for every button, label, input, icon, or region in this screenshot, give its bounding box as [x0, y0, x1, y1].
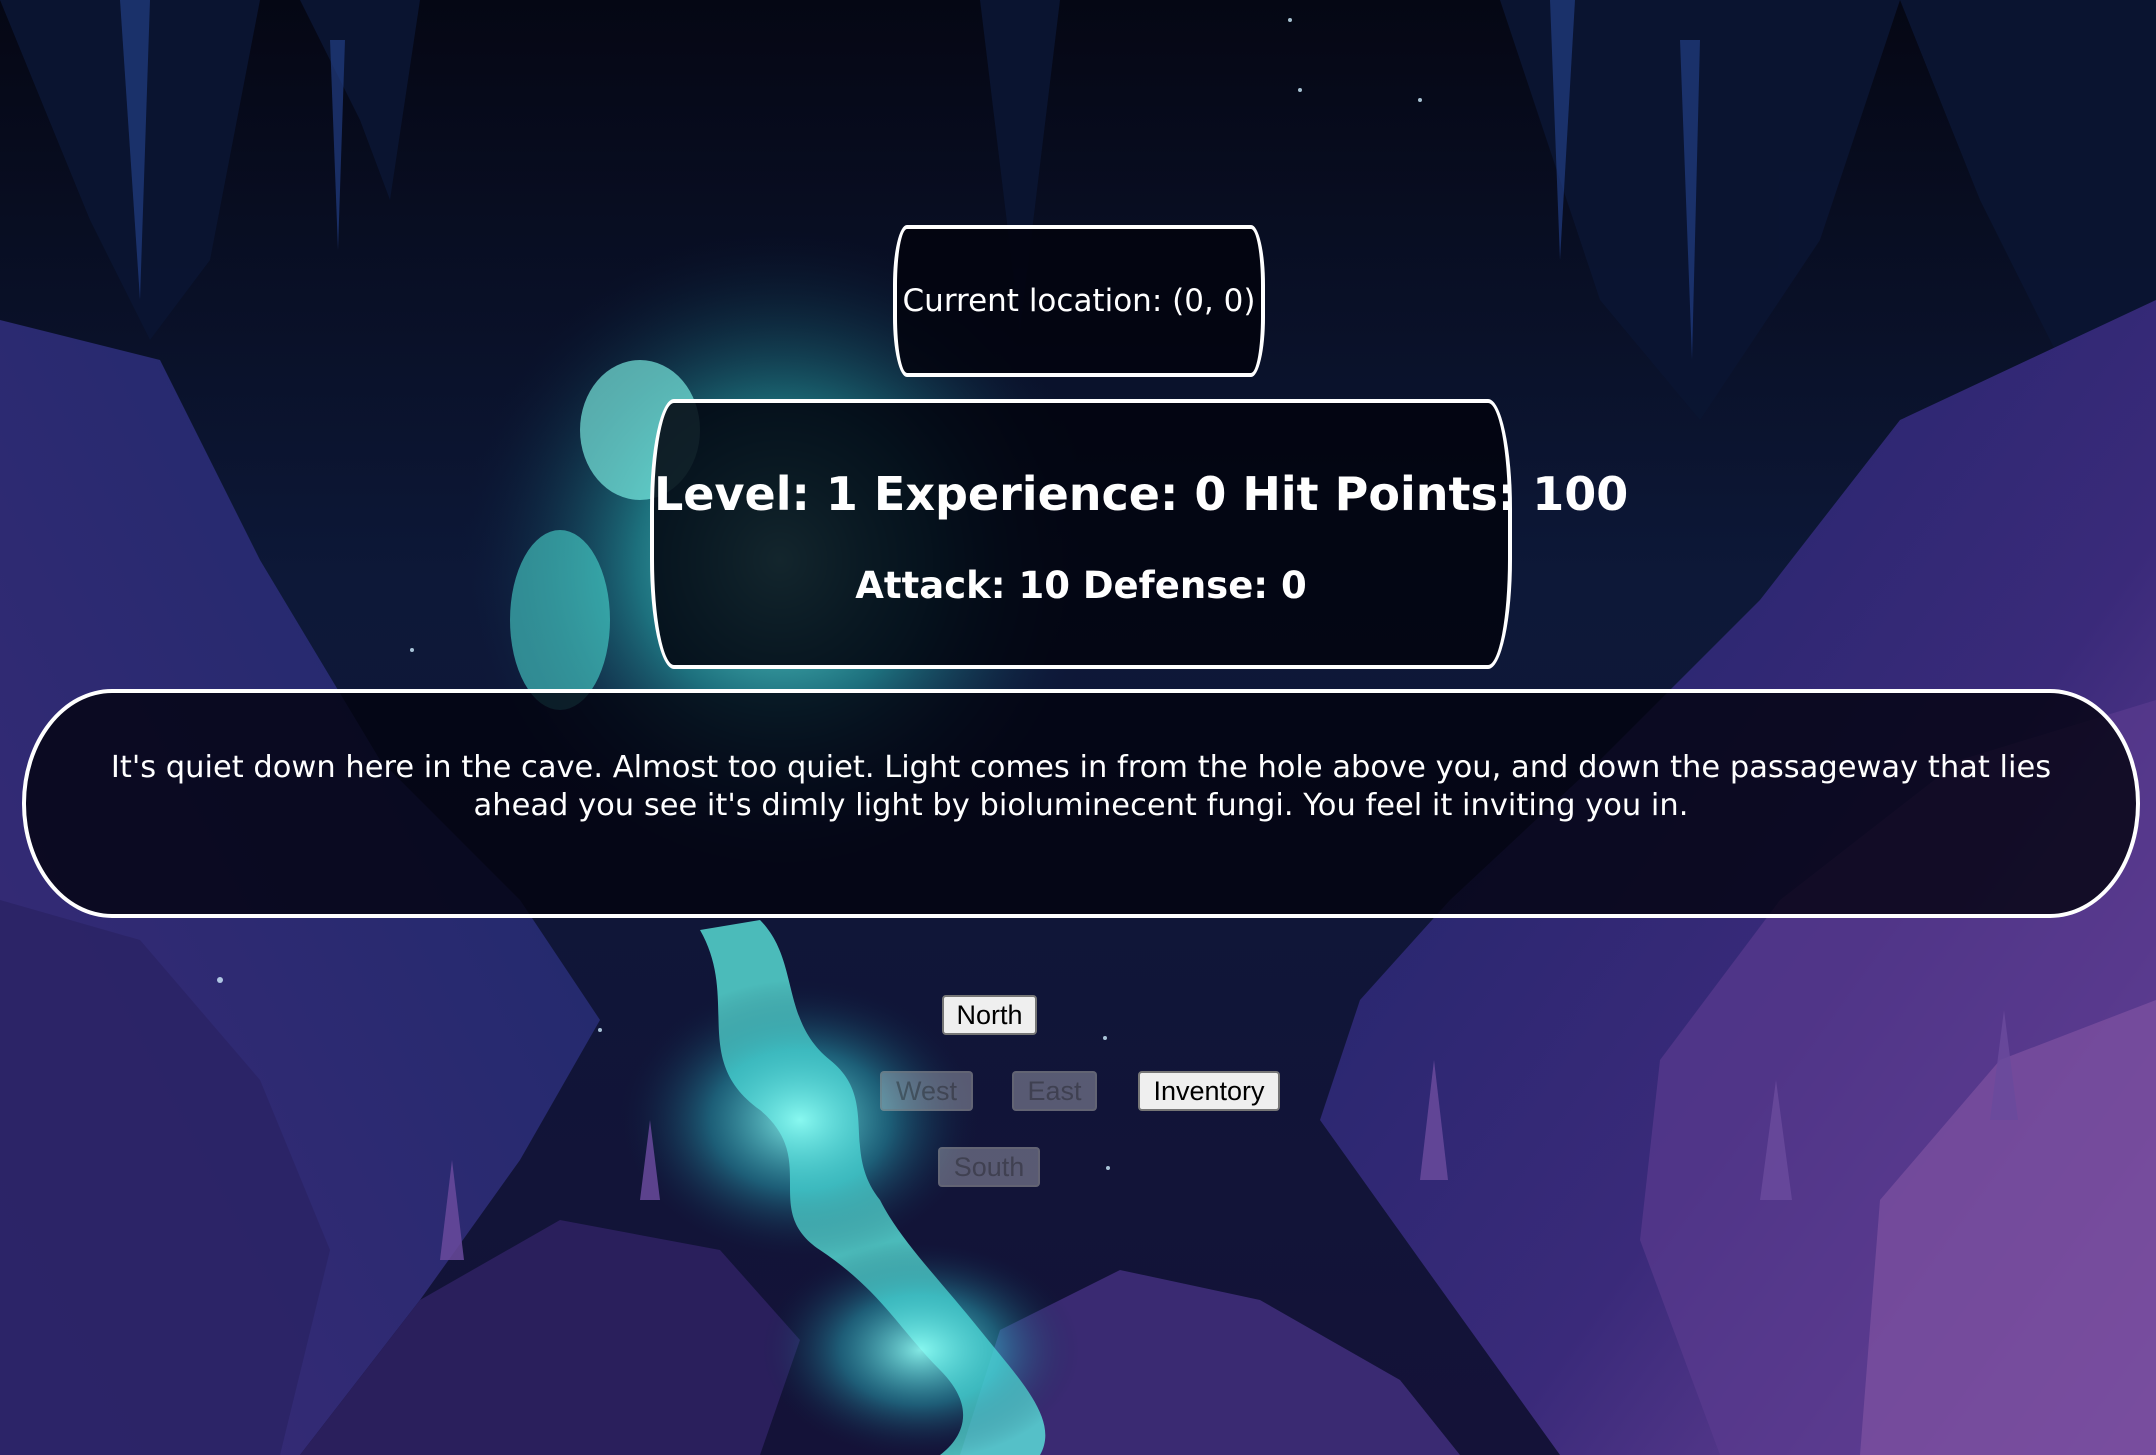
narrative-panel: It's quiet down here in the cave. Almost…	[22, 689, 2140, 918]
attack-defense: Attack: 10 Defense: 0	[855, 564, 1307, 607]
current-location-text: Current location: (0, 0)	[902, 283, 1256, 319]
player-stats-panel: Level: 1 Experience: 0 Hit Points: 100 A…	[650, 399, 1629, 669]
current-location-panel: Current location: (0, 0)	[893, 225, 1265, 377]
narrative-text: It's quiet down here in the cave. Almost…	[110, 750, 2052, 823]
north-button[interactable]: North	[942, 995, 1037, 1035]
west-button[interactable]: West	[880, 1071, 973, 1111]
south-button[interactable]: South	[938, 1147, 1040, 1187]
inventory-button[interactable]: Inventory	[1138, 1071, 1280, 1111]
level-experience-hitpoints: Level: 1 Experience: 0 Hit Points: 100	[654, 467, 1629, 521]
east-button[interactable]: East	[1012, 1071, 1097, 1111]
